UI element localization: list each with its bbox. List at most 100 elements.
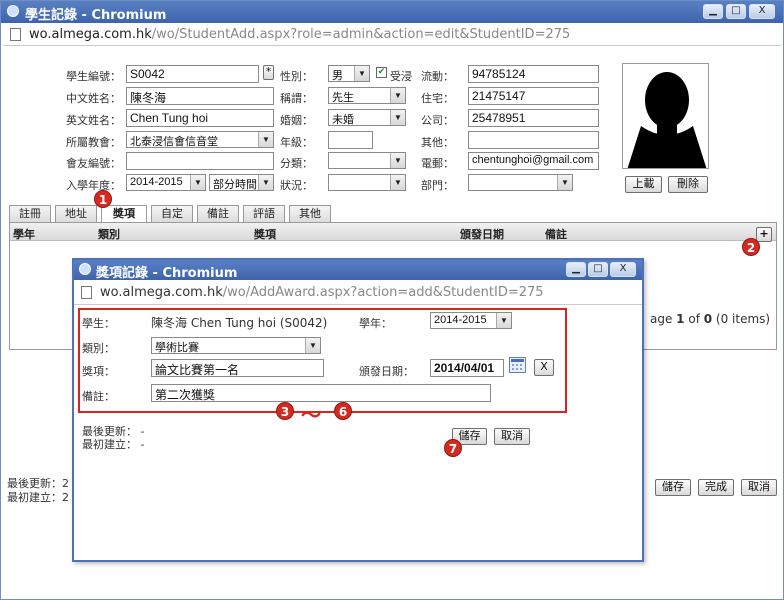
student-no-field[interactable]: S0042 bbox=[126, 65, 259, 83]
popup-award-field[interactable]: 論文比賽第一名 bbox=[151, 359, 324, 377]
popup-award-label: 獎項： bbox=[82, 365, 115, 378]
callout-7: 7 bbox=[444, 439, 462, 457]
close-button[interactable]: X bbox=[749, 4, 775, 19]
other-phone-field[interactable] bbox=[468, 131, 599, 149]
marital-select[interactable]: 未婚 ▼ bbox=[328, 109, 406, 126]
col-award-date: 頒發日期 bbox=[460, 228, 504, 241]
avatar-silhouette bbox=[627, 72, 707, 168]
other-label: 其他： bbox=[421, 136, 454, 149]
status-select[interactable]: ▼ bbox=[328, 174, 406, 191]
email-label: 電郵： bbox=[421, 157, 454, 170]
popup-address-bar[interactable]: wo.almega.com.hk/wo/AddAward.aspx?action… bbox=[74, 281, 642, 305]
popup-titlebar: 獎項記錄 - Chromium ▁ □ X bbox=[74, 260, 642, 281]
calendar-icon[interactable] bbox=[509, 357, 526, 373]
email-field[interactable]: chentunghoi@gmail.com bbox=[468, 152, 599, 170]
calendar-glyph bbox=[511, 359, 524, 370]
tab-other[interactable]: 其他 bbox=[289, 205, 331, 222]
home-phone-field[interactable]: 21475147 bbox=[468, 87, 599, 105]
enroll-year-select[interactable]: 2014-2015 ▼ bbox=[126, 174, 206, 191]
maximize-button[interactable]: □ bbox=[726, 4, 746, 19]
gender-select[interactable]: 男 ▼ bbox=[328, 65, 370, 82]
english-name-field[interactable]: Chen Tung hoi bbox=[126, 109, 274, 127]
clear-date-button[interactable]: X bbox=[534, 359, 554, 376]
popup-year-select[interactable]: 2014-2015 ▼ bbox=[430, 312, 512, 329]
pager-total: 0 bbox=[703, 312, 713, 326]
tab-comments[interactable]: 評語 bbox=[243, 205, 285, 222]
main-cancel-button[interactable]: 取消 bbox=[741, 479, 777, 496]
title-label: 稱謂： bbox=[280, 92, 313, 105]
tab-remarks[interactable]: 備註 bbox=[197, 205, 239, 222]
popup-minimize-button[interactable]: ▁ bbox=[566, 262, 586, 277]
popup-url-text: wo.almega.com.hk/wo/AddAward.aspx?action… bbox=[100, 285, 544, 300]
dept-label: 部門： bbox=[421, 179, 454, 192]
pager-of: of bbox=[684, 312, 704, 326]
window-titlebar: 學生記錄 - Chromium ▁ □ X bbox=[1, 1, 783, 23]
popup-maximize-button[interactable]: □ bbox=[588, 262, 608, 277]
chinese-name-field[interactable]: 陳冬海 bbox=[126, 87, 274, 105]
address-bar[interactable]: wo.almega.com.hk/wo/StudentAdd.aspx?role… bbox=[3, 24, 781, 46]
popup-year-value: 2014-2015 bbox=[434, 314, 487, 326]
popup-cancel-button[interactable]: 取消 bbox=[494, 428, 530, 445]
callout-tilde: ～ bbox=[301, 403, 321, 427]
mobile-field[interactable]: 94785124 bbox=[468, 65, 599, 83]
chromium-logo-icon bbox=[7, 5, 19, 17]
chinese-name-label: 中文姓名： bbox=[66, 92, 121, 105]
callout-1: 1 bbox=[94, 190, 112, 208]
pager-suffix: (0 items) bbox=[712, 312, 771, 326]
marital-label: 婚姻： bbox=[280, 114, 313, 127]
tab-awards[interactable]: 獎項 bbox=[101, 205, 147, 223]
popup-student-label: 學生： bbox=[82, 317, 115, 330]
minimize-button[interactable]: ▁ bbox=[703, 4, 723, 19]
add-award-button[interactable]: + bbox=[756, 227, 772, 242]
delete-button[interactable]: 刪除 bbox=[668, 176, 708, 193]
chevron-down-icon: ▼ bbox=[390, 88, 405, 103]
chevron-down-icon: ▼ bbox=[190, 175, 205, 190]
baptized-checkbox[interactable]: ✔ bbox=[376, 67, 387, 78]
chevron-down-icon: ▼ bbox=[390, 110, 405, 125]
home-label: 住宅： bbox=[421, 92, 454, 105]
popup-category-select[interactable]: 學術比賽 ▼ bbox=[151, 337, 321, 354]
popup-close-button[interactable]: X bbox=[610, 262, 636, 277]
col-year: 學年 bbox=[13, 228, 35, 241]
member-no-field[interactable] bbox=[126, 152, 274, 170]
dept-select[interactable]: ▼ bbox=[468, 174, 573, 191]
popup-remark-field[interactable]: 第二次獲獎 bbox=[151, 384, 491, 402]
chevron-down-icon: ▼ bbox=[557, 175, 572, 190]
popup-category-label: 類別： bbox=[82, 342, 115, 355]
grade-field[interactable] bbox=[328, 131, 373, 149]
upload-button[interactable]: 上載 bbox=[625, 176, 662, 193]
church-select[interactable]: 北泰浸信會信音堂 ▼ bbox=[126, 131, 274, 148]
grade-label: 年級： bbox=[280, 136, 313, 149]
popup-title: 獎項記錄 - Chromium bbox=[96, 266, 238, 281]
popup-created: 最初建立： - bbox=[82, 438, 145, 451]
page-icon bbox=[81, 286, 92, 299]
chevron-down-icon: ▼ bbox=[354, 66, 369, 81]
title-value: 先生 bbox=[332, 92, 354, 104]
main-save-button[interactable]: 儲存 bbox=[655, 479, 691, 496]
pager-page: 1 bbox=[676, 312, 685, 326]
main-done-button[interactable]: 完成 bbox=[698, 479, 734, 496]
church-value: 北泰浸信會信音堂 bbox=[130, 136, 218, 148]
col-remark: 備註 bbox=[545, 228, 567, 241]
english-name-label: 英文姓名： bbox=[66, 114, 121, 127]
enroll-year-label: 入學年度： bbox=[66, 179, 121, 192]
tab-address[interactable]: 地址 bbox=[55, 205, 97, 222]
popup-url-host: wo.almega.com.hk bbox=[100, 285, 223, 300]
status-label: 狀況： bbox=[280, 179, 313, 192]
col-award: 獎項 bbox=[254, 228, 276, 241]
tab-custom[interactable]: 自定 bbox=[151, 205, 193, 222]
gender-value: 男 bbox=[332, 70, 343, 82]
url-text: wo.almega.com.hk/wo/StudentAdd.aspx?role… bbox=[29, 27, 570, 42]
popup-student-value: 陳冬海 Chen Tung hoi (S0042) bbox=[151, 316, 328, 330]
popup-date-field[interactable]: 2014/04/01 bbox=[430, 359, 504, 377]
chevron-down-icon: ▼ bbox=[305, 338, 320, 353]
window-title: 學生記錄 - Chromium bbox=[25, 8, 167, 23]
pager-text: age 1 of 0 (0 items) bbox=[650, 312, 770, 326]
chevron-down-icon: ▼ bbox=[496, 313, 511, 328]
category-select[interactable]: ▼ bbox=[328, 152, 406, 169]
title-select[interactable]: 先生 ▼ bbox=[328, 87, 406, 104]
url-host: wo.almega.com.hk bbox=[29, 27, 152, 42]
church-label: 所屬教會： bbox=[66, 136, 121, 149]
office-phone-field[interactable]: 25478951 bbox=[468, 109, 599, 127]
tab-register[interactable]: 註冊 bbox=[9, 205, 51, 222]
